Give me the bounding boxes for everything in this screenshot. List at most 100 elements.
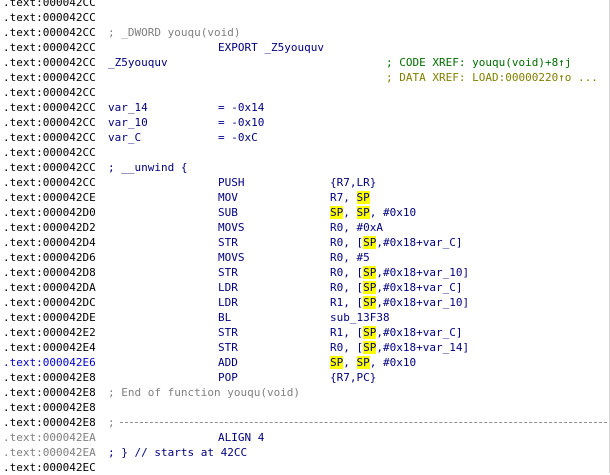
instruction-operands[interactable]: R0, [SP,#0x18+var_C] bbox=[330, 280, 462, 295]
instruction-operands[interactable]: R0, #5 bbox=[330, 250, 370, 265]
operand-text[interactable]: , bbox=[343, 206, 356, 219]
instruction-operands[interactable]: R1, [SP,#0x18+var_10] bbox=[330, 295, 469, 310]
listing-line[interactable]: .text:000042D6 MOVS R0, #5 bbox=[0, 250, 609, 265]
highlighted-register[interactable]: SP bbox=[356, 356, 370, 369]
instruction-operands[interactable]: R0, [SP,#0x18+var_C] bbox=[330, 235, 462, 250]
listing-line[interactable]: .text:000042CC var_C = -0xC bbox=[0, 130, 609, 145]
line-address[interactable]: .text:000042CC bbox=[3, 70, 96, 85]
line-address[interactable]: .text:000042D8 bbox=[3, 265, 96, 280]
instruction-mnemonic[interactable]: = -0x10 bbox=[218, 115, 264, 130]
comment-text[interactable]: ; __unwind { bbox=[108, 160, 187, 175]
operand-text[interactable]: R0, #0xA bbox=[330, 221, 383, 234]
operand-text[interactable]: ,#0x18+var_10] bbox=[376, 296, 469, 309]
comment-text[interactable]: ; _DWORD youqu(void) bbox=[108, 25, 240, 40]
listing-line[interactable]: .text:000042CC bbox=[0, 85, 609, 100]
highlighted-register[interactable]: SP bbox=[356, 191, 370, 204]
listing-line[interactable]: .text:000042DC LDR R1, [SP,#0x18+var_10] bbox=[0, 295, 609, 310]
code-xref-comment[interactable]: ; CODE XREF: youqu(void)+8↑j bbox=[386, 55, 571, 70]
line-address[interactable]: .text:000042E8 bbox=[3, 385, 96, 400]
instruction-mnemonic[interactable]: = -0xC bbox=[218, 130, 258, 145]
instruction-mnemonic[interactable]: STR bbox=[218, 265, 238, 280]
instruction-operands[interactable]: R7, SP bbox=[330, 190, 370, 205]
line-address[interactable]: .text:000042CC bbox=[3, 160, 96, 175]
operand-text[interactable]: R7, bbox=[330, 191, 357, 204]
instruction-mnemonic[interactable]: STR bbox=[218, 340, 238, 355]
operand-text[interactable]: sub_13F38 bbox=[330, 311, 390, 324]
listing-line[interactable]: .text:000042CC var_14 = -0x14 bbox=[0, 100, 609, 115]
line-address[interactable]: .text:000042EA bbox=[3, 430, 96, 445]
listing-line[interactable]: .text:000042E8 bbox=[0, 400, 609, 415]
operand-text[interactable]: R0, [ bbox=[330, 266, 363, 279]
listing-line[interactable]: .text:000042CC ; __unwind { bbox=[0, 160, 609, 175]
highlighted-register[interactable]: SP bbox=[363, 326, 377, 339]
highlighted-register[interactable]: SP bbox=[363, 236, 377, 249]
listing-line[interactable]: .text:000042E8 POP {R7,PC} bbox=[0, 370, 609, 385]
highlighted-register[interactable]: SP bbox=[330, 206, 344, 219]
line-address[interactable]: .text:000042CC bbox=[3, 145, 96, 160]
listing-line[interactable]: .text:000042CC EXPORT _Z5youquv bbox=[0, 40, 609, 55]
symbol-label[interactable]: var_14 bbox=[108, 100, 148, 115]
disassembly-listing[interactable]: .text:000042CC .text:000042CC .text:000042… bbox=[0, 0, 610, 474]
instruction-operands[interactable]: R0, [SP,#0x18+var_14] bbox=[330, 340, 469, 355]
listing-line[interactable]: .text:000042CC PUSH {R7,LR} bbox=[0, 175, 609, 190]
listing-line[interactable]: .text:000042CC ; DATA XREF: LOAD:00000220… bbox=[0, 70, 609, 85]
listing-line[interactable]: .text:000042D2 MOVS R0, #0xA bbox=[0, 220, 609, 235]
highlighted-register[interactable]: SP bbox=[356, 206, 370, 219]
listing-line[interactable]: .text:000042EA ALIGN 4 bbox=[0, 430, 609, 445]
operand-text[interactable]: R1, [ bbox=[330, 296, 363, 309]
line-address[interactable]: .text:000042D2 bbox=[3, 220, 96, 235]
listing-line[interactable]: .text:000042EA ; } // starts at 42CC bbox=[0, 445, 609, 460]
line-address[interactable]: .text:000042CC bbox=[3, 130, 96, 145]
symbol-label[interactable]: var_C bbox=[108, 130, 141, 145]
listing-line[interactable]: .text:000042E6 ADD SP, SP, #0x10 bbox=[0, 355, 609, 370]
instruction-mnemonic[interactable]: EXPORT _Z5youquv bbox=[218, 40, 324, 55]
line-address[interactable]: .text:000042D0 bbox=[3, 205, 96, 220]
operand-text[interactable]: {R7,LR} bbox=[330, 176, 376, 189]
instruction-mnemonic[interactable]: POP bbox=[218, 370, 238, 385]
line-address[interactable]: .text:000042CC bbox=[3, 115, 96, 130]
line-address[interactable]: .text:000042CE bbox=[3, 190, 96, 205]
operand-text[interactable]: ,#0x18+var_C] bbox=[376, 326, 462, 339]
comment-text[interactable]: ; } // starts at 42CC bbox=[108, 445, 247, 460]
instruction-mnemonic[interactable]: BL bbox=[218, 310, 231, 325]
comment-text[interactable]: ; End of function youqu(void) bbox=[108, 385, 300, 400]
listing-line[interactable]: .text:000042CC var_10 = -0x10 bbox=[0, 115, 609, 130]
instruction-mnemonic[interactable]: LDR bbox=[218, 280, 238, 295]
line-address[interactable]: .text:000042E8 bbox=[3, 415, 96, 430]
line-address[interactable]: .text:000042CC bbox=[3, 25, 96, 40]
instruction-mnemonic[interactable]: ALIGN 4 bbox=[218, 430, 264, 445]
operand-text[interactable]: R1, [ bbox=[330, 326, 363, 339]
operand-text[interactable]: ,#0x18+var_C] bbox=[376, 281, 462, 294]
operand-text[interactable]: R0, [ bbox=[330, 236, 363, 249]
instruction-operands[interactable]: sub_13F38 bbox=[330, 310, 390, 325]
operand-text[interactable]: , #0x10 bbox=[370, 356, 416, 369]
listing-line[interactable]: .text:000042CC bbox=[0, 10, 609, 25]
highlighted-register[interactable]: SP bbox=[363, 266, 377, 279]
line-address[interactable]: .text:000042E6 bbox=[3, 355, 96, 370]
operand-text[interactable]: ,#0x18+var_14] bbox=[376, 341, 469, 354]
operand-text[interactable]: ,#0x18+var_C] bbox=[376, 236, 462, 249]
line-address[interactable]: .text:000042EA bbox=[3, 445, 96, 460]
instruction-operands[interactable]: R1, [SP,#0x18+var_C] bbox=[330, 325, 462, 340]
line-address[interactable]: .text:000042CC bbox=[3, 85, 96, 100]
instruction-mnemonic[interactable]: SUB bbox=[218, 205, 238, 220]
listing-line[interactable]: .text:000042CC bbox=[0, 0, 609, 10]
operand-text[interactable]: R0, [ bbox=[330, 341, 363, 354]
line-address[interactable]: .text:000042D4 bbox=[3, 235, 96, 250]
instruction-operands[interactable]: SP, SP, #0x10 bbox=[330, 205, 416, 220]
instruction-operands[interactable]: {R7,LR} bbox=[330, 175, 376, 190]
line-address[interactable]: .text:000042E4 bbox=[3, 340, 96, 355]
instruction-mnemonic[interactable]: = -0x14 bbox=[218, 100, 264, 115]
instruction-operands[interactable]: SP, SP, #0x10 bbox=[330, 355, 416, 370]
instruction-operands[interactable]: {R7,PC} bbox=[330, 370, 376, 385]
line-address[interactable]: .text:000042CC bbox=[3, 55, 96, 70]
instruction-mnemonic[interactable]: STR bbox=[218, 235, 238, 250]
highlighted-register[interactable]: SP bbox=[330, 356, 344, 369]
instruction-mnemonic[interactable]: MOV bbox=[218, 190, 238, 205]
instruction-mnemonic[interactable]: STR bbox=[218, 325, 238, 340]
line-address[interactable]: .text:000042CC bbox=[3, 40, 96, 55]
operand-text[interactable]: , #0x10 bbox=[370, 206, 416, 219]
line-address[interactable]: .text:000042E8 bbox=[3, 400, 96, 415]
data-xref-comment[interactable]: ; DATA XREF: LOAD:00000220↑o ... bbox=[386, 70, 598, 85]
listing-line[interactable]: .text:000042E8; bbox=[0, 415, 609, 430]
